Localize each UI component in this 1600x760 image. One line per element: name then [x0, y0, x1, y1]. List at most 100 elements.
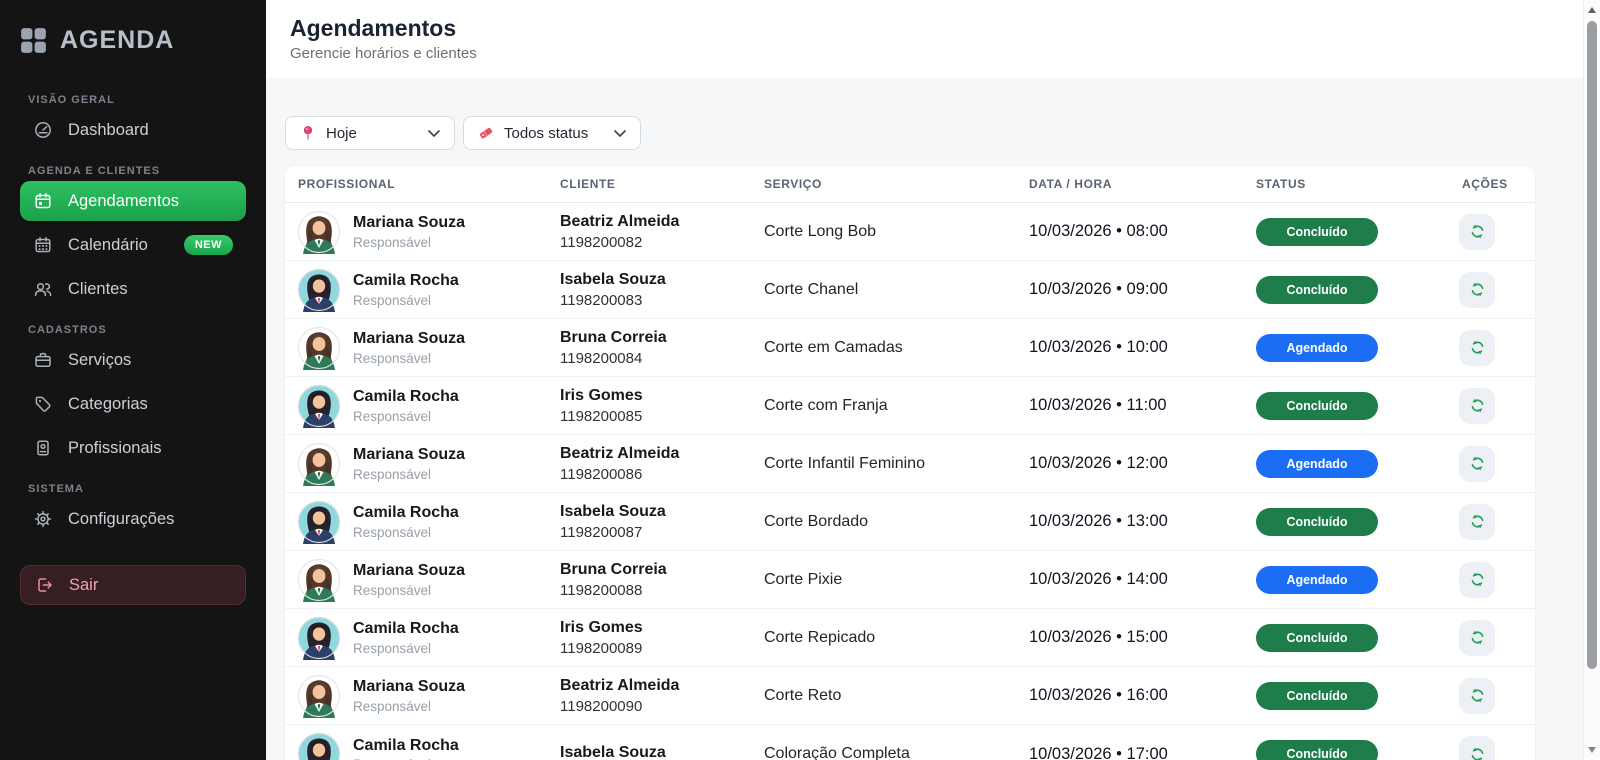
scroll-up-arrow[interactable] — [1588, 7, 1596, 13]
professional-name: Camila Rocha — [353, 503, 459, 522]
professional-name: Camila Rocha — [353, 736, 459, 755]
section-label: CADASTROS — [28, 324, 238, 336]
grid-logo-icon — [20, 27, 47, 54]
app-title: AGENDA — [60, 26, 174, 55]
professional-name: Mariana Souza — [353, 677, 465, 696]
professional-role: Responsável — [353, 699, 465, 714]
professional-cell: Camila Rocha Responsável — [285, 616, 547, 660]
avatar — [297, 384, 341, 428]
refresh-status-button[interactable] — [1459, 620, 1495, 656]
refresh-status-button[interactable] — [1459, 736, 1495, 760]
client-cell: Isabela Souza 1198200083 — [547, 270, 751, 308]
refresh-status-button[interactable] — [1459, 562, 1495, 598]
status-cell: Concluído — [1243, 392, 1449, 420]
actions-cell — [1449, 388, 1535, 424]
professional-role: Responsável — [353, 641, 459, 656]
client-name: Bruna Correia — [560, 328, 751, 347]
sidebar-item-agendamentos[interactable]: Agendamentos — [20, 181, 246, 221]
refresh-icon — [1468, 686, 1487, 705]
chevron-down-icon — [614, 130, 626, 137]
status-cell: Concluído — [1243, 508, 1449, 536]
refresh-status-button[interactable] — [1459, 214, 1495, 250]
sidebar-nav: VISÃO GERAL Dashboard AGENDA E CLIENTES … — [20, 94, 246, 539]
status-filter-select[interactable]: Todos status — [463, 116, 641, 150]
status-badge: Concluído — [1256, 392, 1378, 420]
service-name: Corte Pixie — [751, 571, 1016, 589]
avatar — [297, 210, 341, 254]
pin-icon — [300, 125, 316, 141]
sidebar-item-clientes[interactable]: Clientes — [20, 269, 246, 309]
refresh-status-button[interactable] — [1459, 504, 1495, 540]
actions-cell — [1449, 446, 1535, 482]
briefcase-icon — [33, 350, 53, 370]
sidebar-item-label: Serviços — [68, 351, 131, 370]
page-header: Agendamentos Gerencie horários e cliente… — [266, 0, 1600, 78]
refresh-icon — [1468, 454, 1487, 473]
avatar — [297, 674, 341, 718]
app-logo: AGENDA — [20, 26, 246, 55]
status-badge: Agendado — [1256, 334, 1378, 362]
client-name: Isabela Souza — [560, 502, 751, 521]
sidebar-item-label: Categorias — [68, 395, 148, 414]
client-cell: Isabela Souza 1198200087 — [547, 502, 751, 540]
table-row: Mariana Souza Responsável Bruna Correia … — [285, 319, 1535, 377]
actions-cell — [1449, 214, 1535, 250]
table-row: Camila Rocha Responsável Iris Gomes 1198… — [285, 377, 1535, 435]
professional-role: Responsável — [353, 293, 459, 308]
refresh-icon — [1468, 280, 1487, 299]
client-cell: Iris Gomes 1198200085 — [547, 386, 751, 424]
refresh-icon — [1468, 512, 1487, 531]
professional-cell: Camila Rocha Responsável — [285, 500, 547, 544]
refresh-icon — [1468, 396, 1487, 415]
sidebar-item-dashboard[interactable]: Dashboard — [20, 110, 246, 150]
actions-cell — [1449, 272, 1535, 308]
client-name: Iris Gomes — [560, 618, 751, 637]
actions-cell — [1449, 678, 1535, 714]
sidebar-item-sair[interactable]: Sair — [20, 565, 246, 605]
sidebar: AGENDA VISÃO GERAL Dashboard AGENDA E CL… — [0, 0, 266, 760]
date-filter-select[interactable]: Hoje — [285, 116, 455, 150]
professional-cell: Camila Rocha Responsável — [285, 732, 547, 760]
ticket-icon — [478, 125, 494, 141]
sidebar-item-calendario[interactable]: Calendário NEW — [20, 225, 246, 265]
gear-icon — [33, 509, 53, 529]
service-name: Corte Long Bob — [751, 223, 1016, 241]
professional-cell: Mariana Souza Responsável — [285, 326, 547, 370]
status-cell: Concluído — [1243, 624, 1449, 652]
col-service: Serviço — [751, 177, 1016, 191]
refresh-status-button[interactable] — [1459, 446, 1495, 482]
refresh-status-button[interactable] — [1459, 388, 1495, 424]
client-cell: Iris Gomes 1198200089 — [547, 618, 751, 656]
status-cell: Concluído — [1243, 218, 1449, 246]
table-row: Mariana Souza Responsável Beatriz Almeid… — [285, 435, 1535, 493]
actions-cell — [1449, 620, 1535, 656]
appointment-datetime: 10/03/2026 • 10:00 — [1016, 338, 1243, 357]
scroll-down-arrow[interactable] — [1588, 747, 1596, 753]
sidebar-item-servicos[interactable]: Serviços — [20, 340, 246, 380]
col-status: Status — [1243, 177, 1449, 191]
chevron-down-icon — [428, 130, 440, 137]
professional-name: Camila Rocha — [353, 387, 459, 406]
scrollbar[interactable] — [1583, 0, 1600, 760]
client-phone: 1198200090 — [560, 698, 751, 715]
refresh-status-button[interactable] — [1459, 678, 1495, 714]
refresh-status-button[interactable] — [1459, 330, 1495, 366]
professional-name: Mariana Souza — [353, 561, 465, 580]
client-cell: Beatriz Almeida 1198200090 — [547, 676, 751, 714]
appointment-datetime: 10/03/2026 • 09:00 — [1016, 280, 1243, 299]
refresh-status-button[interactable] — [1459, 272, 1495, 308]
new-badge: NEW — [184, 235, 233, 255]
logout-label: Sair — [69, 576, 98, 595]
sidebar-item-categorias[interactable]: Categorias — [20, 384, 246, 424]
professional-role: Responsável — [353, 525, 459, 540]
refresh-icon — [1468, 338, 1487, 357]
actions-cell — [1449, 562, 1535, 598]
filters: Hoje Todos status — [285, 116, 1600, 150]
section-label: AGENDA E CLIENTES — [28, 165, 238, 177]
sidebar-item-profissionais[interactable]: Profissionais — [20, 428, 246, 468]
client-phone: 1198200089 — [560, 640, 751, 657]
client-cell: Beatriz Almeida 1198200082 — [547, 212, 751, 250]
status-badge: Concluído — [1256, 276, 1378, 304]
sidebar-item-configuracoes[interactable]: Configurações — [20, 499, 246, 539]
scrollbar-thumb[interactable] — [1587, 21, 1597, 669]
